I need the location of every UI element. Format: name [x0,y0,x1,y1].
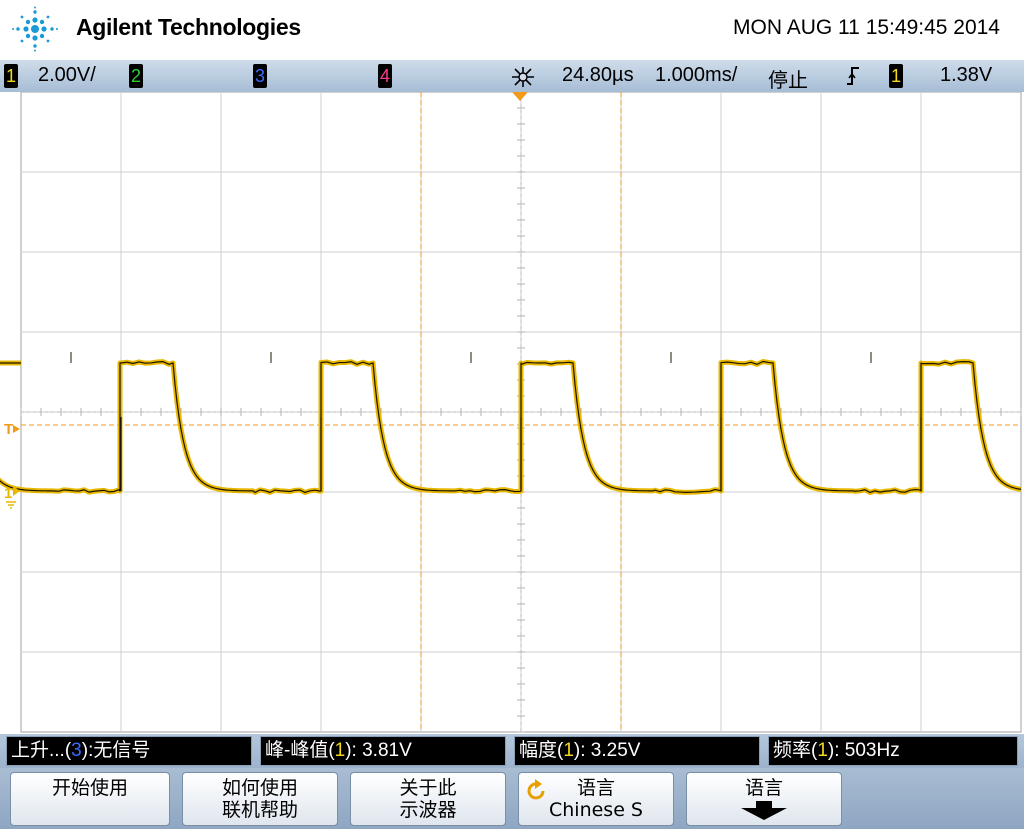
softkey-about[interactable]: 关于此 示波器 [350,772,506,826]
title-bar: Agilent Technologies MON AUG 11 15:49:45… [0,0,1024,60]
rotate-knob-icon [527,779,545,800]
channel-1-scale: 2.00V/ [38,64,96,86]
brand-name: Agilent Technologies [76,14,301,40]
softkey-bar: 开始使用 如何使用 联机帮助 关于此 示波器 语言 Chinese S 语言 [0,768,1024,829]
datetime: MON AUG 11 15:49:45 2014 [733,16,1000,39]
waveform-graticule: T 1 [0,91,1024,734]
waveform-display: T 1 [0,91,1024,734]
softkey-help[interactable]: 如何使用 联机帮助 [182,772,338,826]
channel-4-key[interactable]: 4 [378,64,392,88]
channel-3-key[interactable]: 3 [253,64,267,88]
horizontal-delay: 24.80µs [562,64,634,86]
channel-2-key[interactable]: 2 [129,64,143,88]
timebase-scale: 1.000ms/ [655,64,738,86]
rising-edge-icon [846,66,860,92]
channel-1-key[interactable]: 1 [4,64,18,88]
measurement-frequency[interactable]: 频率(1): 503Hz [768,736,1018,766]
ground-marker: 1 [4,485,12,502]
trigger-level-marker: T [4,421,13,438]
arrow-down-icon [741,801,787,820]
status-bar: 1 2.00V/ 2 3 4 24.80µs 1.000ms/ 停止 1 1.3… [0,60,1024,92]
trigger-source-key[interactable]: 1 [889,64,903,88]
softkey-language-select[interactable]: 语言 Chinese S [518,772,674,826]
softkey-getting-started[interactable]: 开始使用 [10,772,170,826]
measurement-peak-to-peak[interactable]: 峰-峰值(1): 3.81V [260,736,506,766]
agilent-spark-logo-icon [12,6,58,52]
delay-knob-icon [510,66,536,94]
measurement-amplitude[interactable]: 幅度(1): 3.25V [514,736,760,766]
run-state: 停止 [768,70,808,92]
measurement-bar: 上升...(3):无信号 峰-峰值(1): 3.81V 幅度(1): 3.25V… [0,734,1024,768]
softkey-language-menu[interactable]: 语言 [686,772,842,826]
trigger-level: 1.38V [940,64,993,86]
measurement-rise-time[interactable]: 上升...(3):无信号 [6,736,252,766]
